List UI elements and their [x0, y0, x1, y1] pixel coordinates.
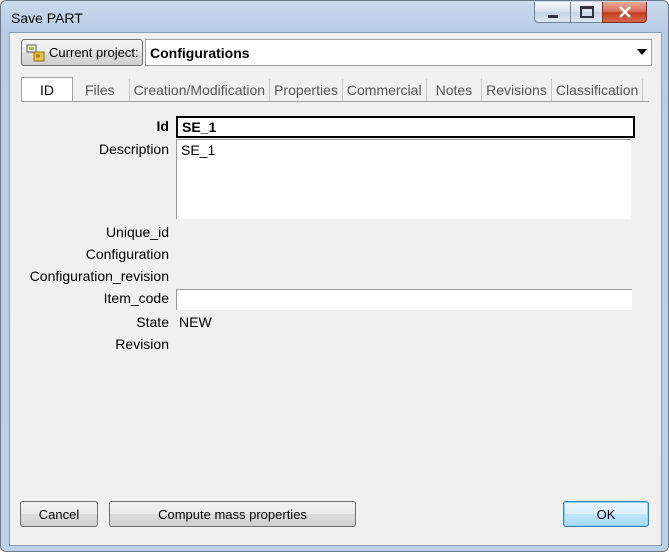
tab-commercial[interactable]: Commercial [343, 79, 427, 101]
id-label: Id [156, 118, 169, 134]
minimize-button[interactable] [534, 2, 572, 23]
current-project-button[interactable]: Current project: [21, 39, 143, 66]
description-textarea[interactable]: SE_1 [176, 139, 631, 219]
tab-revisions[interactable]: Revisions [482, 79, 552, 101]
configuration-label: Configuration [85, 246, 169, 262]
ok-button[interactable]: OK [563, 501, 649, 527]
state-label: State [136, 314, 169, 330]
tab-files[interactable]: Files [73, 79, 130, 101]
close-icon [618, 6, 631, 18]
tab-notes[interactable]: Notes [427, 79, 483, 101]
compute-mass-properties-button[interactable]: Compute mass properties [109, 501, 356, 527]
id-input[interactable]: SE_1 [176, 116, 635, 138]
revision-label: Revision [115, 336, 169, 352]
minimize-icon [548, 14, 558, 18]
maximize-icon [580, 6, 594, 18]
window-title: Save PART [11, 10, 83, 26]
maximize-button[interactable] [570, 2, 604, 23]
close-button[interactable] [602, 2, 647, 23]
tab-properties[interactable]: Properties [270, 79, 343, 101]
project-select-value: Configurations [150, 44, 250, 61]
tab-id[interactable]: ID [21, 77, 73, 102]
unique-id-label: Unique_id [105, 224, 169, 240]
tab-panel-divider [21, 101, 649, 102]
current-project-label: Current project: [49, 45, 139, 60]
chevron-down-icon[interactable] [637, 49, 647, 55]
configuration-revision-label: Configuration_revision [29, 268, 169, 284]
cancel-button[interactable]: Cancel [20, 501, 98, 527]
description-label: Description [98, 141, 169, 157]
state-value: NEW [179, 314, 212, 330]
item-code-label: Item_code [103, 290, 169, 306]
tab-bar: ID Files Creation/Modification Propertie… [21, 77, 644, 102]
tab-creation-modification[interactable]: Creation/Modification [130, 79, 271, 101]
item-code-input[interactable] [176, 289, 632, 310]
project-select[interactable]: Configurations [145, 39, 652, 66]
project-folder-icon [26, 43, 46, 63]
dialog-client-area: Current project: Configurations ID Files… [9, 32, 662, 546]
save-part-dialog: Save PART Current project: Configuration… [0, 0, 669, 552]
tab-classification[interactable]: Classification [552, 79, 644, 101]
